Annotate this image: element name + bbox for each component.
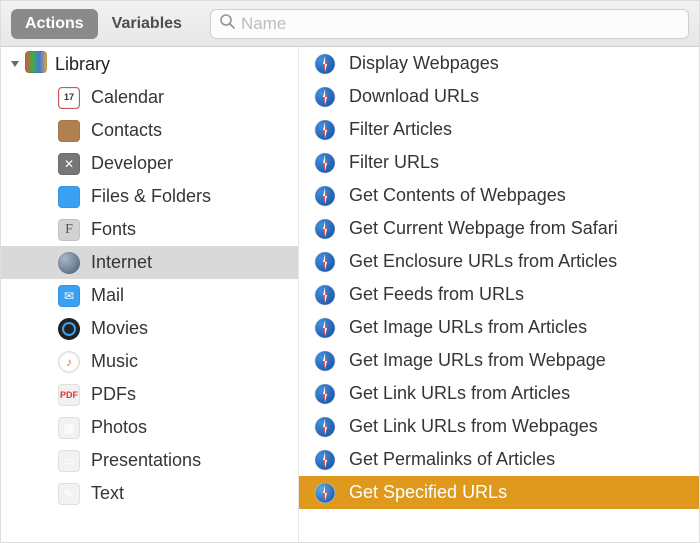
action-label: Get Link URLs from Webpages <box>349 416 598 437</box>
safari-icon <box>313 217 337 241</box>
fonts-icon: F <box>57 218 81 242</box>
action-row[interactable]: Download URLs <box>299 80 699 113</box>
sidebar-item-label: Text <box>91 483 124 504</box>
internet-icon <box>57 251 81 275</box>
action-label: Get Contents of Webpages <box>349 185 566 206</box>
action-label: Download URLs <box>349 86 479 107</box>
sidebar-item-label: Fonts <box>91 219 136 240</box>
sidebar-item-files[interactable]: Files & Folders <box>1 180 298 213</box>
action-label: Get Feeds from URLs <box>349 284 524 305</box>
sidebar-item-internet[interactable]: Internet <box>1 246 298 279</box>
safari-icon <box>313 283 337 307</box>
sidebar-item-developer[interactable]: ✕ Developer <box>1 147 298 180</box>
mode-segmented-control: Actions Variables <box>11 9 196 39</box>
contacts-icon <box>57 119 81 143</box>
search-icon <box>219 13 235 34</box>
action-row[interactable]: Filter Articles <box>299 113 699 146</box>
sidebar-item-label: Developer <box>91 153 173 174</box>
disclosure-triangle-icon[interactable] <box>9 58 21 70</box>
sidebar-item-label: Music <box>91 351 138 372</box>
safari-icon <box>313 349 337 373</box>
sidebar-item-label: Mail <box>91 285 124 306</box>
search-input[interactable] <box>241 14 680 34</box>
action-row[interactable]: Get Enclosure URLs from Articles <box>299 245 699 278</box>
safari-icon <box>313 382 337 406</box>
presentations-icon: ▭ <box>57 449 81 473</box>
automator-library-window: Actions Variables Library 17 Calendar Cont… <box>0 0 700 543</box>
action-label: Display Webpages <box>349 53 499 74</box>
sidebar-item-calendar[interactable]: 17 Calendar <box>1 81 298 114</box>
action-label: Filter Articles <box>349 119 452 140</box>
library-root[interactable]: Library <box>1 47 298 81</box>
sidebar-item-pdfs[interactable]: PDF PDFs <box>1 378 298 411</box>
sidebar-item-label: Files & Folders <box>91 186 211 207</box>
safari-icon <box>313 481 337 505</box>
action-label: Get Current Webpage from Safari <box>349 218 618 239</box>
developer-icon: ✕ <box>57 152 81 176</box>
sidebar-item-photos[interactable]: ▦ Photos <box>1 411 298 444</box>
action-row[interactable]: Get Link URLs from Articles <box>299 377 699 410</box>
action-row[interactable]: Get Contents of Webpages <box>299 179 699 212</box>
action-label: Get Permalinks of Articles <box>349 449 555 470</box>
action-row[interactable]: Display Webpages <box>299 47 699 80</box>
sidebar-item-label: Internet <box>91 252 152 273</box>
sidebar-item-movies[interactable]: Movies <box>1 312 298 345</box>
safari-icon <box>313 415 337 439</box>
music-icon <box>57 350 81 374</box>
photos-icon: ▦ <box>57 416 81 440</box>
sidebar-item-mail[interactable]: ✉ Mail <box>1 279 298 312</box>
action-label: Get Image URLs from Articles <box>349 317 587 338</box>
action-row[interactable]: Get Feeds from URLs <box>299 278 699 311</box>
mail-icon: ✉ <box>57 284 81 308</box>
sidebar-item-label: Movies <box>91 318 148 339</box>
action-row[interactable]: Get Specified URLs <box>299 476 699 509</box>
action-label: Filter URLs <box>349 152 439 173</box>
tab-variables[interactable]: Variables <box>98 9 196 39</box>
action-row[interactable]: Get Image URLs from Webpage <box>299 344 699 377</box>
library-icon <box>25 51 47 78</box>
safari-icon <box>313 85 337 109</box>
tab-actions[interactable]: Actions <box>11 9 98 39</box>
toolbar: Actions Variables <box>1 1 699 47</box>
sidebar-item-presentations[interactable]: ▭ Presentations <box>1 444 298 477</box>
finder-icon <box>57 185 81 209</box>
safari-icon <box>313 52 337 76</box>
action-row[interactable]: Get Current Webpage from Safari <box>299 212 699 245</box>
search-field-wrap[interactable] <box>210 9 689 39</box>
library-sidebar[interactable]: Library 17 Calendar Contacts ✕ Developer File… <box>1 47 299 542</box>
safari-icon <box>313 250 337 274</box>
movies-icon <box>57 317 81 341</box>
sidebar-item-label: Presentations <box>91 450 201 471</box>
actions-list[interactable]: Display Webpages Download URLs Filter Arti… <box>299 47 699 542</box>
safari-icon <box>313 151 337 175</box>
sidebar-item-music[interactable]: Music <box>1 345 298 378</box>
content-split: Library 17 Calendar Contacts ✕ Developer File… <box>1 47 699 542</box>
calendar-icon: 17 <box>57 86 81 110</box>
library-root-label: Library <box>55 54 110 75</box>
action-label: Get Link URLs from Articles <box>349 383 570 404</box>
action-label: Get Image URLs from Webpage <box>349 350 606 371</box>
safari-icon <box>313 118 337 142</box>
sidebar-item-fonts[interactable]: F Fonts <box>1 213 298 246</box>
sidebar-item-label: Contacts <box>91 120 162 141</box>
action-row[interactable]: Get Link URLs from Webpages <box>299 410 699 443</box>
safari-icon <box>313 448 337 472</box>
pdf-icon: PDF <box>57 383 81 407</box>
action-row[interactable]: Filter URLs <box>299 146 699 179</box>
action-label: Get Specified URLs <box>349 482 507 503</box>
action-row[interactable]: Get Permalinks of Articles <box>299 443 699 476</box>
sidebar-item-label: PDFs <box>91 384 136 405</box>
sidebar-item-contacts[interactable]: Contacts <box>1 114 298 147</box>
sidebar-item-label: Photos <box>91 417 147 438</box>
action-label: Get Enclosure URLs from Articles <box>349 251 617 272</box>
text-icon: ✎ <box>57 482 81 506</box>
sidebar-item-label: Calendar <box>91 87 164 108</box>
action-row[interactable]: Get Image URLs from Articles <box>299 311 699 344</box>
safari-icon <box>313 184 337 208</box>
safari-icon <box>313 316 337 340</box>
sidebar-item-text[interactable]: ✎ Text <box>1 477 298 510</box>
